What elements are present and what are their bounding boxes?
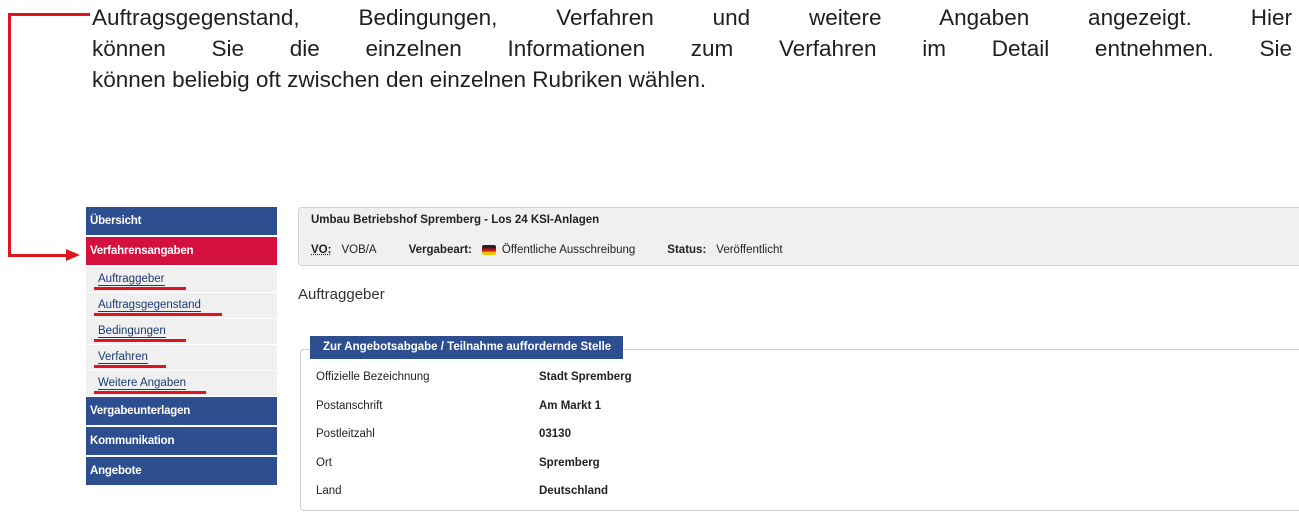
sidebar-item-offers[interactable]: Angebote bbox=[86, 457, 277, 485]
sidebar-item-procedure-details[interactable]: Verfahrensangaben bbox=[86, 237, 277, 265]
award-type-label: Vergabeart: bbox=[408, 244, 472, 256]
highlight-underline bbox=[94, 313, 222, 316]
sidebar-subitem-label[interactable]: Bedingungen bbox=[98, 325, 166, 338]
status-value: Veröffentlicht bbox=[716, 244, 783, 256]
detail-key: Offizielle Bezeichnung bbox=[316, 371, 430, 383]
instruction-text: Auftragsgegenstand, Bedingungen, Verfahr… bbox=[92, 2, 1292, 95]
sidebar-item-tender-documents[interactable]: Vergabeunterlagen bbox=[86, 397, 277, 425]
sidebar-subitem-subject[interactable]: Auftragsgegenstand bbox=[86, 293, 277, 318]
detail-key: Land bbox=[316, 485, 342, 497]
sidebar-nav: Übersicht Verfahrensangaben Auftraggeber… bbox=[86, 207, 277, 487]
detail-row: Offizielle Bezeichnung Stadt Spremberg bbox=[316, 371, 632, 400]
highlight-underline bbox=[94, 391, 206, 394]
callout-arrow-line bbox=[8, 254, 66, 257]
callout-bracket-left bbox=[8, 13, 11, 257]
detail-value: Deutschland bbox=[539, 485, 609, 497]
sidebar-subitem-label[interactable]: Auftragsgegenstand bbox=[98, 299, 201, 312]
detail-row: Postanschrift Am Markt 1 bbox=[316, 400, 632, 429]
detail-value: Am Markt 1 bbox=[539, 399, 601, 412]
detail-value: Stadt Spremberg bbox=[539, 371, 632, 383]
highlight-underline bbox=[94, 365, 166, 368]
sidebar-item-communication[interactable]: Kommunikation bbox=[86, 427, 277, 455]
sidebar-subitem-label[interactable]: Verfahren bbox=[98, 351, 148, 364]
detail-row: Land Deutschland bbox=[316, 485, 632, 514]
sidebar-subitem-conditions[interactable]: Bedingungen bbox=[86, 319, 277, 344]
highlight-underline bbox=[94, 339, 186, 342]
callout-bracket-top bbox=[8, 13, 90, 16]
procedure-meta: VO: VOB/A Vergabeart: Öffentliche Aussch… bbox=[311, 244, 783, 256]
detail-key: Postleitzahl bbox=[316, 428, 375, 440]
award-type-value: Öffentliche Ausschreibung bbox=[501, 244, 636, 256]
sidebar-subitem-label[interactable]: Auftraggeber bbox=[98, 273, 165, 286]
procedure-header: Umbau Betriebshof Spremberg - Los 24 KSI… bbox=[298, 207, 1299, 266]
instruction-line-3: können beliebig oft zwischen den einzeln… bbox=[92, 67, 707, 92]
detail-value: Spremberg bbox=[539, 456, 600, 469]
callout-arrowhead-icon bbox=[66, 249, 80, 261]
german-flag-icon bbox=[481, 245, 496, 255]
sidebar-subitem-further-info[interactable]: Weitere Angaben bbox=[86, 371, 277, 396]
sidebar-subitem-client[interactable]: Auftraggeber bbox=[86, 267, 277, 292]
instruction-line-2: können Sie die einzelnen Informationen z… bbox=[92, 36, 1292, 61]
detail-key: Postanschrift bbox=[316, 399, 383, 412]
page-title: Auftraggeber bbox=[298, 286, 385, 303]
instruction-line-1: Auftragsgegenstand, Bedingungen, Verfahr… bbox=[92, 5, 1292, 30]
vo-value: VOB/A bbox=[341, 244, 377, 256]
procedure-title: Umbau Betriebshof Spremberg - Los 24 KSI… bbox=[311, 214, 600, 226]
vo-label: VO: bbox=[311, 244, 332, 256]
highlight-underline bbox=[94, 287, 186, 290]
detail-row: Postleitzahl 03130 bbox=[316, 428, 632, 457]
sidebar-subitem-procedure[interactable]: Verfahren bbox=[86, 345, 277, 370]
detail-value: 03130 bbox=[539, 428, 571, 440]
sidebar-subitem-label[interactable]: Weitere Angaben bbox=[98, 377, 187, 390]
detail-key: Ort bbox=[316, 456, 332, 469]
status-label: Status: bbox=[667, 244, 707, 256]
sidebar-item-overview[interactable]: Übersicht bbox=[86, 207, 277, 235]
detail-row: Ort Spremberg bbox=[316, 457, 632, 486]
contracting-body-details: Offizielle Bezeichnung Stadt Spremberg Po… bbox=[316, 371, 632, 514]
fieldset-legend: Zur Angebotsabgabe / Teilnahme aufforder… bbox=[310, 336, 624, 359]
